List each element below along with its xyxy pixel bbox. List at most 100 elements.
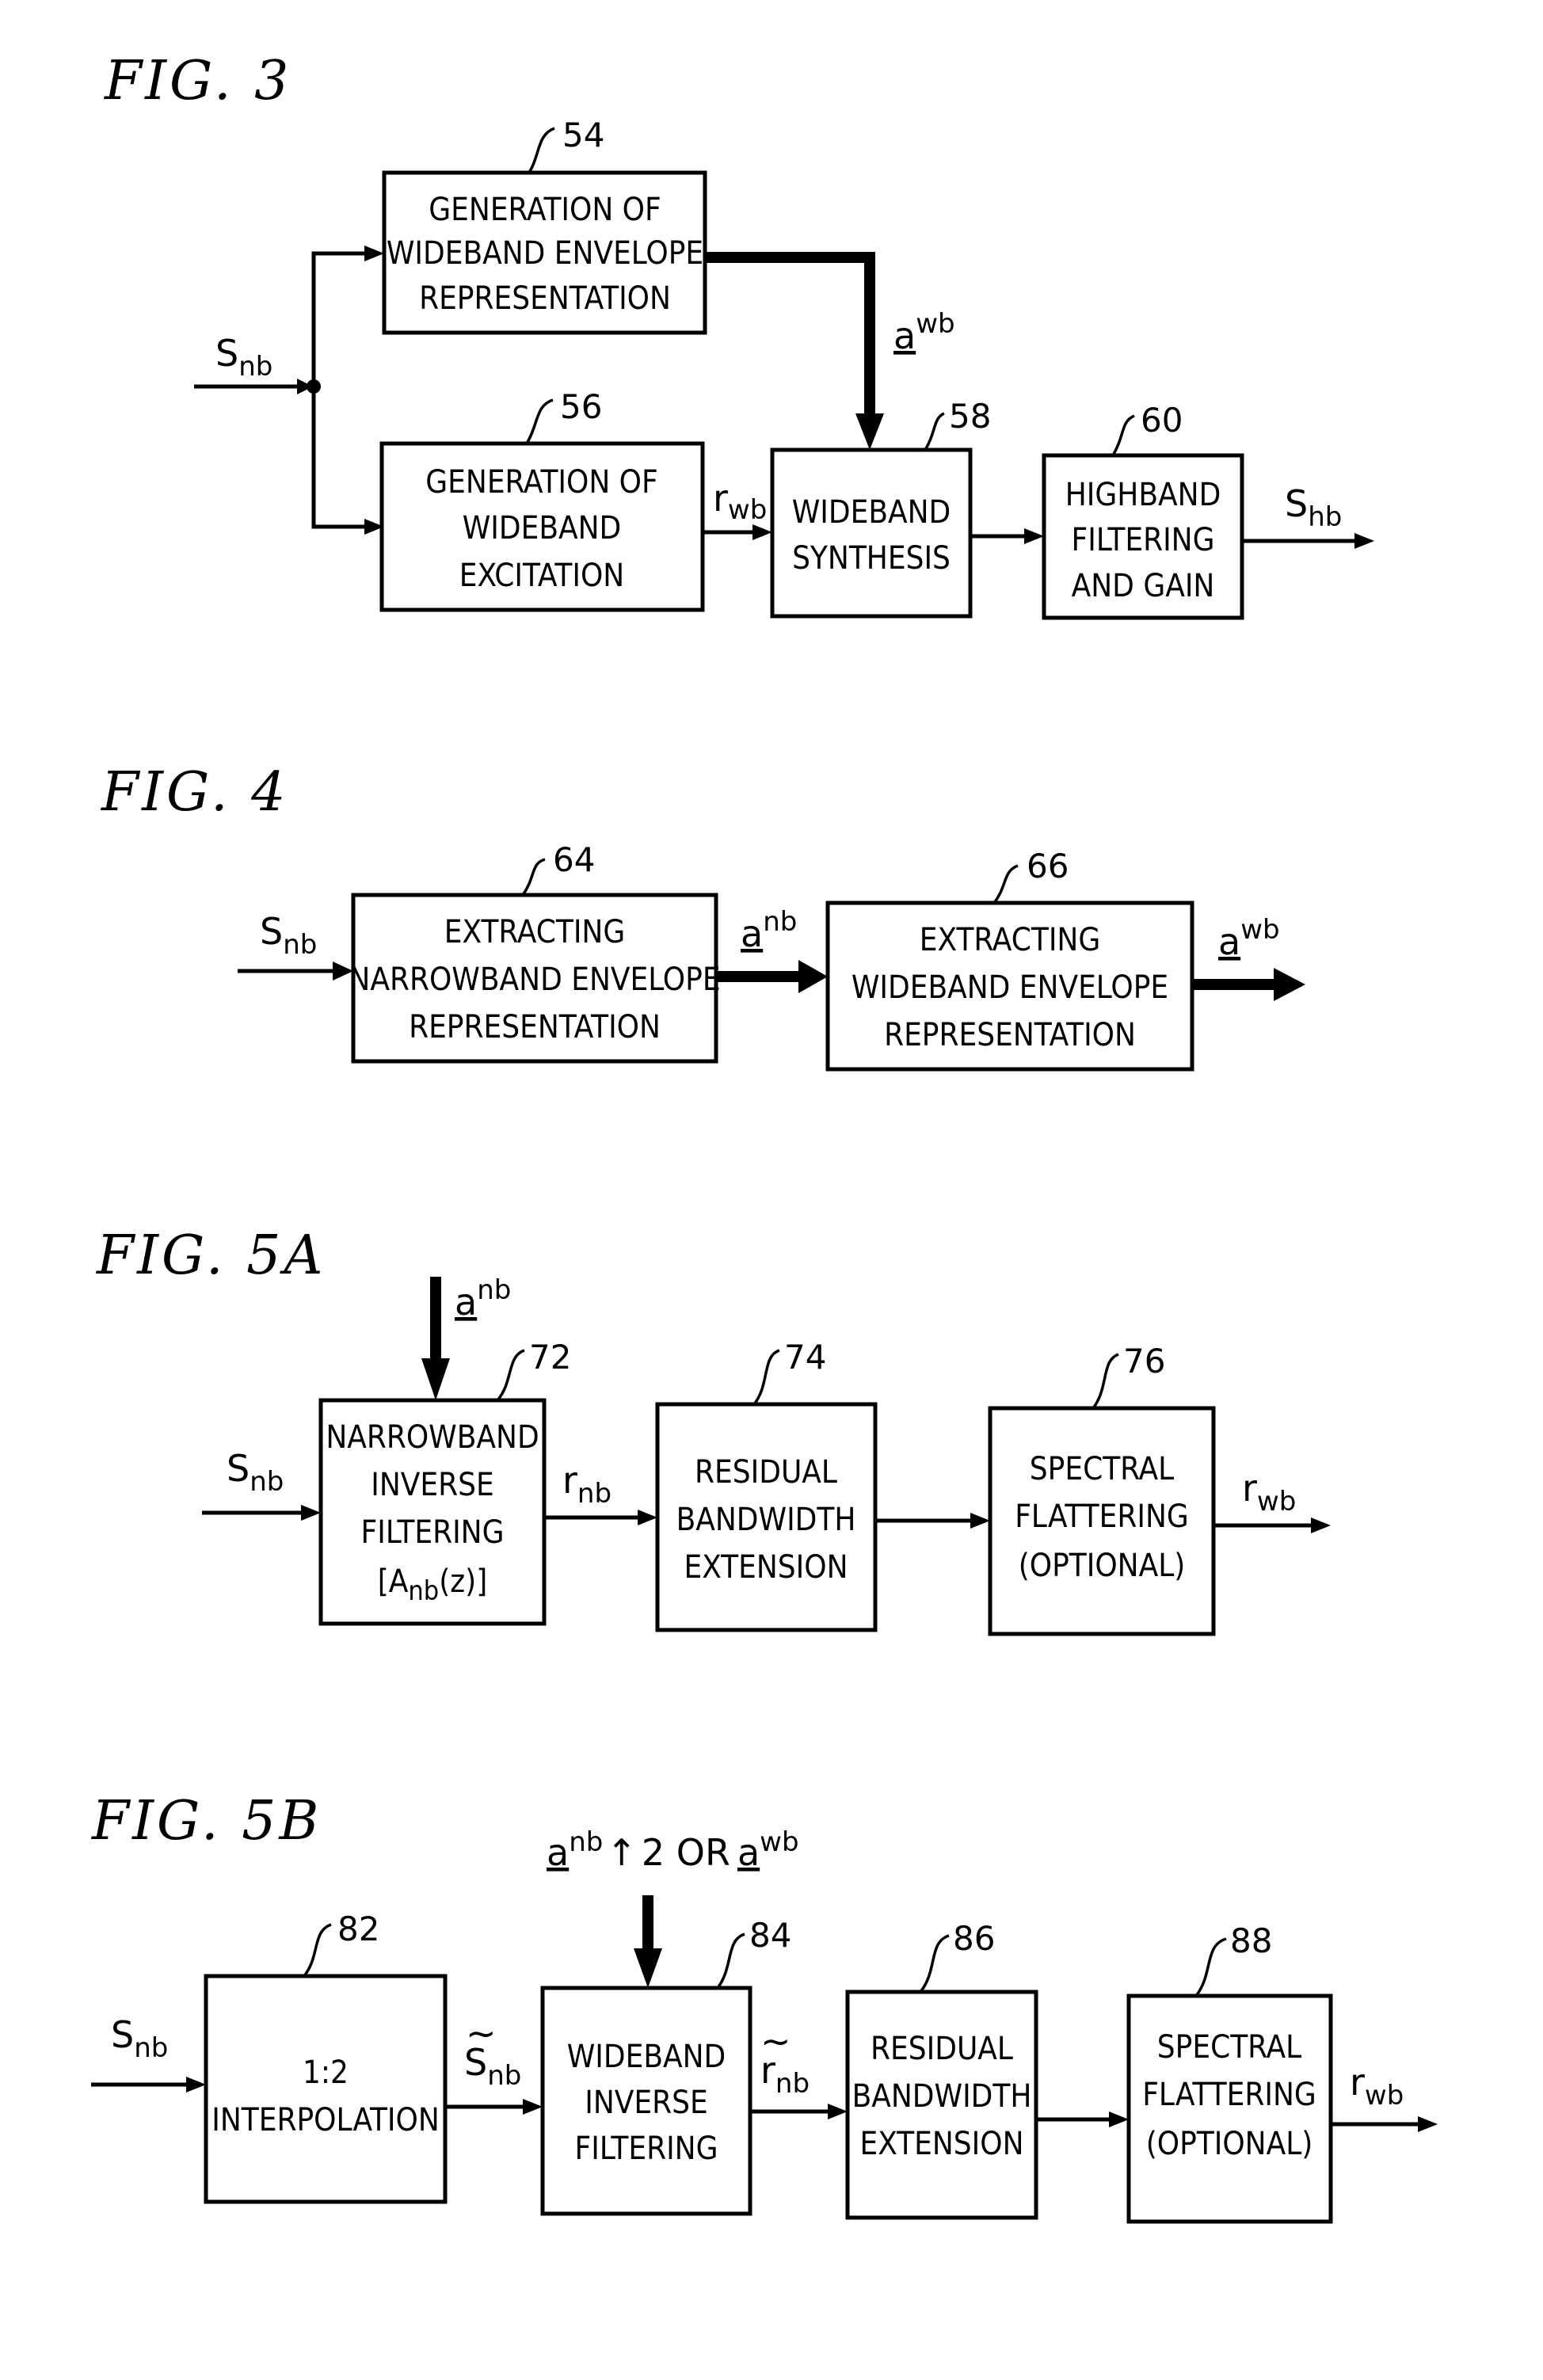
block-text: WIDEBAND xyxy=(463,510,622,546)
reference-leader xyxy=(303,1923,332,1978)
signal-main: S xyxy=(227,1447,250,1490)
signal-label-excitation: rwb xyxy=(713,477,767,526)
figure-4: FIG. 4 Snb EXTRACTING NARROWBAND ENVELOP… xyxy=(100,761,1305,1072)
signal-sup: nb xyxy=(569,1826,603,1858)
block-text: FILTERING xyxy=(1072,522,1215,558)
block-text: EXCITATION xyxy=(459,558,624,594)
figure-title: FIG. 5B xyxy=(90,1790,322,1853)
signal-label-input: Snb xyxy=(215,332,272,383)
reference-numeral: 88 xyxy=(1230,1921,1272,1960)
arrowhead-icon xyxy=(798,960,828,993)
tilde-accent: ~ xyxy=(466,2012,497,2054)
signal-main: r xyxy=(562,1459,577,1502)
signal-sub: nb xyxy=(775,2068,810,2100)
signal-main: r xyxy=(1242,1467,1257,1510)
block-text: REPRESENTATION xyxy=(419,280,671,317)
signal-sup: nb xyxy=(477,1274,511,1306)
block-text: SPECTRAL xyxy=(1030,1451,1174,1487)
block-text: FILTERING xyxy=(575,2131,718,2167)
signal-label-output: rwb xyxy=(1350,2061,1404,2112)
signal-label-output: awb xyxy=(1218,914,1280,963)
block-text: REPRESENTATION xyxy=(409,1009,661,1045)
block-text: REPRESENTATION xyxy=(884,1017,1136,1053)
signal-sub: nb xyxy=(250,1466,284,1498)
block-text: (OPTIONAL) xyxy=(1019,1548,1186,1584)
arrowhead-icon xyxy=(421,1358,450,1400)
reference-numeral: 86 xyxy=(953,1919,995,1958)
reference-leader xyxy=(716,1933,745,1990)
signal-text: 2 OR xyxy=(642,1831,730,1874)
arrowhead-icon xyxy=(1354,533,1374,549)
upsample-arrow-icon: ↑ xyxy=(606,1831,637,1874)
signal-sub: wb xyxy=(1257,1486,1296,1517)
arrowhead-icon xyxy=(752,524,772,540)
block-58 xyxy=(770,447,973,619)
reference-numeral: 56 xyxy=(560,387,602,426)
arrowhead-icon xyxy=(1024,528,1044,544)
branch-line-lower xyxy=(311,387,364,529)
block-text: SPECTRAL xyxy=(1157,2029,1301,2066)
figure-5b: FIG. 5B anb↑ 2 OR awb Snb 1:2 INTERPOLATIO… xyxy=(90,1790,1438,2224)
signal-sub: wb xyxy=(728,494,767,526)
arrowhead-icon xyxy=(638,1510,657,1525)
signal-main: r xyxy=(1350,2061,1365,2104)
signal-label-middle: rnb xyxy=(562,1459,611,1510)
signal-label-input: Snb xyxy=(260,910,317,961)
signal-sub: nb xyxy=(238,351,272,383)
reference-leader xyxy=(1092,1353,1119,1410)
arrowhead-icon xyxy=(301,1505,321,1521)
signal-sup: nb xyxy=(763,906,797,938)
arrowhead-icon xyxy=(828,2104,848,2119)
block-text: HIGHBAND xyxy=(1065,477,1221,513)
tilde-accent: ~ xyxy=(760,2020,791,2062)
reference-leader xyxy=(1111,414,1135,456)
signal-sub: nb xyxy=(577,1478,611,1510)
reference-leader xyxy=(496,1349,525,1402)
block-text: RESIDUAL xyxy=(871,2031,1013,2067)
signal-main: a xyxy=(893,314,916,357)
signal-sub: wb xyxy=(1365,2080,1404,2112)
arrowhead-icon xyxy=(1274,968,1305,1001)
reference-leader xyxy=(752,1349,780,1406)
reference-numeral: 66 xyxy=(1027,847,1069,885)
reference-leader xyxy=(1194,1937,1227,1997)
block-text: EXTRACTING xyxy=(920,922,1100,958)
figure-5a: FIG. 5A anb Snb NARROWBAND INVERSE FILTE… xyxy=(95,1224,1331,1636)
arrowhead-icon xyxy=(364,246,384,261)
signal-label-output: Shb xyxy=(1285,482,1342,533)
signal-label-output: rwb xyxy=(1242,1467,1296,1517)
block-text: WIDEBAND xyxy=(792,494,951,531)
arrowhead-icon xyxy=(1109,2112,1129,2127)
block-text: WIDEBAND xyxy=(567,2039,726,2075)
signal-main: S xyxy=(215,332,238,375)
block-text: GENERATION OF xyxy=(425,464,657,501)
reference-leader xyxy=(924,412,945,451)
block-text: FILTERING xyxy=(361,1514,505,1551)
signal-main: S xyxy=(1285,482,1308,525)
arrowhead-icon xyxy=(855,413,884,450)
reference-numeral: 58 xyxy=(949,397,991,436)
reference-numeral: 82 xyxy=(337,1910,379,1948)
signal-main: a xyxy=(1218,920,1240,963)
reference-numeral: 54 xyxy=(562,116,604,154)
reference-numeral: 76 xyxy=(1123,1342,1165,1380)
block-text: FLATTERING xyxy=(1142,2077,1316,2113)
reference-leader xyxy=(525,398,554,444)
block-text: BANDWIDTH xyxy=(676,1502,856,1538)
block-text: AND GAIN xyxy=(1072,568,1215,604)
formula-prefix: [A xyxy=(378,1563,409,1600)
signal-main: a xyxy=(741,912,763,955)
signal-sup: wb xyxy=(916,308,954,340)
arrowhead-icon xyxy=(186,2077,206,2092)
arrowhead-icon xyxy=(1418,2116,1438,2132)
signal-main: S xyxy=(111,2013,134,2056)
signal-label-top-input: anb xyxy=(455,1274,511,1323)
reference-leader xyxy=(521,858,546,897)
block-text: RESIDUAL xyxy=(695,1454,837,1491)
signal-main: a xyxy=(455,1281,477,1323)
block-text: NARROWBAND ENVELOPE xyxy=(349,962,720,998)
signal-label-input: Snb xyxy=(227,1447,284,1498)
signal-label-middle: anb xyxy=(741,906,797,955)
arrowhead-icon xyxy=(970,1513,990,1529)
block-text: NARROWBAND xyxy=(326,1419,539,1456)
